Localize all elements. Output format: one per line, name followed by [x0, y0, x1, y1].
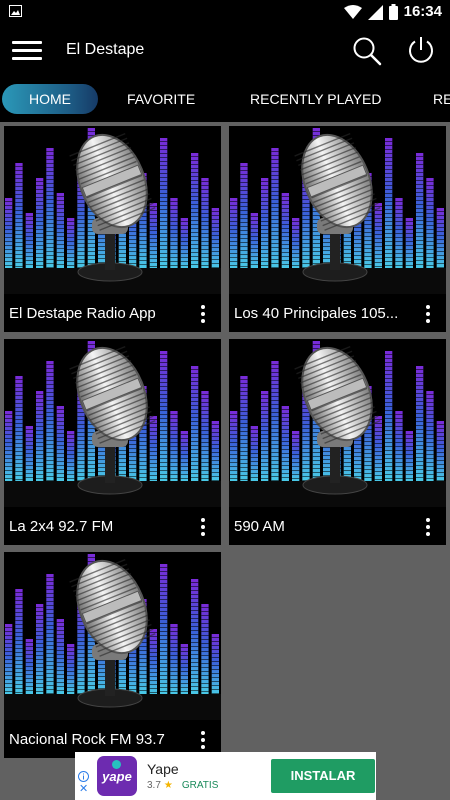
station-name: Los 40 Principales 105...: [234, 305, 399, 322]
app-title: El Destape: [66, 41, 145, 58]
station-image: [4, 126, 221, 294]
station-image: [4, 552, 221, 720]
tab-recently-played[interactable]: RECENTLY PLAYED: [250, 84, 382, 114]
search-icon[interactable]: [352, 36, 382, 66]
menu-icon[interactable]: [12, 38, 44, 62]
ad-price: GRATIS: [181, 780, 219, 791]
app-bar: El Destape: [0, 24, 450, 76]
tab-overflow[interactable]: RE: [433, 84, 450, 114]
station-name: El Destape Radio App: [9, 305, 156, 322]
wifi-icon: [343, 5, 362, 19]
station-card[interactable]: La 2x4 92.7 FM: [4, 339, 221, 545]
ad-app-logo: yape: [97, 756, 137, 796]
ad-logo-text: yape: [102, 769, 132, 784]
signal-icon: [367, 4, 383, 20]
ad-close-icon[interactable]: ✕: [79, 784, 88, 795]
tab-favorite[interactable]: FAVORITE: [127, 84, 195, 114]
station-grid: El Destape Radio App Los 40 Principales …: [0, 122, 450, 758]
station-card[interactable]: Nacional Rock FM 93.7: [4, 552, 221, 758]
more-vert-icon[interactable]: [420, 516, 436, 538]
station-image: [4, 339, 221, 507]
status-bar: 16:34: [0, 0, 450, 24]
station-name: La 2x4 92.7 FM: [9, 518, 114, 535]
station-card[interactable]: Los 40 Principales 105...: [229, 126, 446, 332]
station-name: Nacional Rock FM 93.7: [9, 731, 165, 748]
ad-app-meta: 3.7 ★ GRATIS: [147, 780, 218, 792]
more-vert-icon[interactable]: [195, 516, 211, 538]
image-icon: [9, 5, 22, 17]
ad-rating: 3.7: [147, 780, 161, 791]
battery-icon: [388, 4, 398, 20]
star-icon: ★: [163, 780, 173, 791]
station-card[interactable]: El Destape Radio App: [4, 126, 221, 332]
station-image: [229, 339, 446, 507]
more-vert-icon[interactable]: [195, 303, 211, 325]
ad-info-icon[interactable]: [78, 771, 89, 782]
station-image: [229, 126, 446, 294]
tab-bar: HOME FAVORITE RECENTLY PLAYED RE: [0, 76, 450, 122]
ad-banner[interactable]: ✕ yape Yape 3.7 ★ GRATIS INSTALAR: [75, 752, 376, 800]
station-card[interactable]: 590 AM: [229, 339, 446, 545]
install-button[interactable]: INSTALAR: [271, 759, 375, 793]
ad-app-name: Yape: [147, 761, 179, 777]
power-icon[interactable]: [406, 35, 436, 65]
status-clock: 16:34: [403, 3, 442, 20]
station-name: 590 AM: [234, 518, 285, 535]
more-vert-icon[interactable]: [420, 303, 436, 325]
more-vert-icon[interactable]: [195, 729, 211, 751]
tab-home[interactable]: HOME: [2, 84, 98, 114]
